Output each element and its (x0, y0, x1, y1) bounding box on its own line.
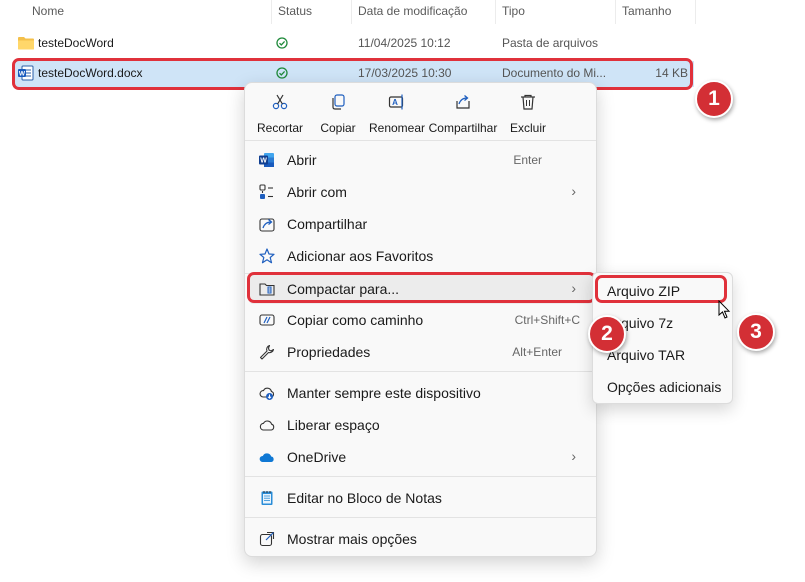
column-status[interactable]: Status (278, 4, 312, 18)
step-badge-2: 2 (588, 315, 626, 353)
open-with-icon (259, 184, 273, 199)
menu-divider (245, 517, 596, 518)
compress-label: Compactar para... (287, 281, 400, 297)
column-header: ⌃ Nome Status Data de modificação Tipo T… (0, 0, 805, 24)
column-type[interactable]: Tipo (502, 4, 525, 18)
rename-button[interactable]: A Renomear (362, 91, 432, 139)
star-icon (259, 248, 275, 264)
onedrive-label: OneDrive (287, 449, 347, 465)
wrench-icon (259, 344, 275, 360)
svg-text:W: W (260, 158, 267, 165)
file-date: 11/04/2025 10:12 (358, 36, 451, 50)
menu-item-favorites[interactable]: Adicionar aos Favoritos (249, 241, 592, 271)
column-size[interactable]: Tamanho (622, 4, 671, 18)
share-button[interactable]: Compartilhar (428, 91, 498, 139)
cloud-icon (259, 420, 275, 431)
menu-item-open-with[interactable]: Abrir com › (249, 177, 592, 207)
cut-icon (272, 94, 288, 110)
notepad-label: Editar no Bloco de Notas (287, 490, 442, 506)
word-app-icon: W (259, 153, 274, 167)
open-label: Abrir (287, 152, 317, 168)
svg-text:A: A (392, 98, 398, 107)
copy-path-icon (259, 314, 275, 326)
trash-icon (521, 94, 535, 110)
share-icon (259, 218, 275, 232)
open-shortcut: Enter (513, 153, 542, 167)
synced-check-icon (276, 67, 288, 79)
notepad-icon (261, 491, 273, 505)
folder-icon (18, 37, 34, 50)
more-options-label: Mostrar mais opções (287, 531, 417, 547)
word-doc-icon: W (18, 65, 34, 81)
free-space-label: Liberar espaço (287, 417, 380, 433)
cloud-download-icon (259, 387, 275, 400)
menu-divider (245, 371, 596, 372)
rename-icon: A (388, 94, 404, 110)
share-menu-label: Compartilhar (287, 216, 368, 232)
delete-button[interactable]: Excluir (493, 91, 563, 139)
file-size: 14 KB (655, 66, 688, 80)
favorites-label: Adicionar aos Favoritos (287, 248, 434, 264)
step-badge-1: 1 (695, 80, 733, 118)
menu-item-share[interactable]: Compartilhar (249, 209, 592, 239)
menu-item-keep-on-device[interactable]: Manter sempre este dispositivo (249, 378, 592, 408)
column-divider[interactable] (495, 0, 496, 24)
file-name: testeDocWord.docx (38, 66, 143, 80)
zip-folder-icon (259, 283, 275, 296)
copy-path-label: Copiar como caminho (287, 312, 424, 328)
open-with-label: Abrir com (287, 184, 347, 200)
file-type: Documento do Mi... (502, 66, 607, 80)
menu-item-open[interactable]: W Abrir Enter (249, 145, 592, 175)
chevron-right-icon: › (571, 183, 576, 199)
chevron-right-icon: › (571, 448, 576, 464)
menu-item-notepad[interactable]: Editar no Bloco de Notas (249, 483, 592, 513)
share-icon (456, 95, 470, 109)
mouse-cursor-icon (718, 300, 731, 319)
column-divider[interactable] (695, 0, 696, 24)
menu-item-copy-path[interactable]: Copiar como caminho Ctrl+Shift+C (249, 305, 592, 335)
menu-divider (245, 476, 596, 477)
share-label: Compartilhar (428, 121, 498, 135)
rename-label: Renomear (368, 121, 426, 135)
menu-item-more-options[interactable]: Mostrar mais opções (249, 524, 592, 554)
file-row-folder[interactable]: testeDocWord 11/04/2025 10:12 Pasta de a… (14, 31, 694, 57)
synced-check-icon (276, 37, 288, 49)
file-name: testeDocWord (38, 36, 114, 50)
copy-icon (332, 94, 345, 110)
column-divider[interactable] (351, 0, 352, 24)
menu-item-properties[interactable]: Propriedades Alt+Enter (249, 337, 592, 367)
file-date: 17/03/2025 10:30 (358, 66, 452, 80)
delete-label: Excluir (509, 121, 546, 135)
sort-indicator-icon: ⌃ (142, 0, 151, 7)
menu-divider (245, 140, 596, 141)
column-divider[interactable] (271, 0, 272, 24)
step-badge-3: 3 (737, 313, 775, 351)
menu-item-compress[interactable]: Compactar para... › (249, 274, 592, 304)
column-date[interactable]: Data de modificação (358, 4, 467, 18)
menu-item-free-space[interactable]: Liberar espaço (249, 410, 592, 440)
column-name[interactable]: Nome (32, 4, 64, 18)
properties-label: Propriedades (287, 344, 371, 360)
submenu-item-zip[interactable]: Arquivo ZIP (607, 283, 680, 299)
file-type: Pasta de arquivos (502, 36, 599, 50)
chevron-right-icon: › (571, 280, 576, 296)
keep-device-label: Manter sempre este dispositivo (287, 385, 481, 401)
more-options-icon (259, 531, 275, 547)
menu-item-onedrive[interactable]: OneDrive › (249, 442, 592, 472)
svg-text:W: W (19, 71, 26, 78)
context-menu: Recortar Copiar A Renomear Compartilhar (244, 82, 597, 557)
submenu-item-tar[interactable]: Arquivo TAR (607, 347, 685, 363)
onedrive-icon (259, 453, 274, 462)
submenu-item-more[interactable]: Opções adicionais (607, 379, 721, 395)
copy-path-shortcut: Ctrl+Shift+C (514, 313, 580, 327)
column-divider[interactable] (615, 0, 616, 24)
properties-shortcut: Alt+Enter (512, 345, 562, 359)
